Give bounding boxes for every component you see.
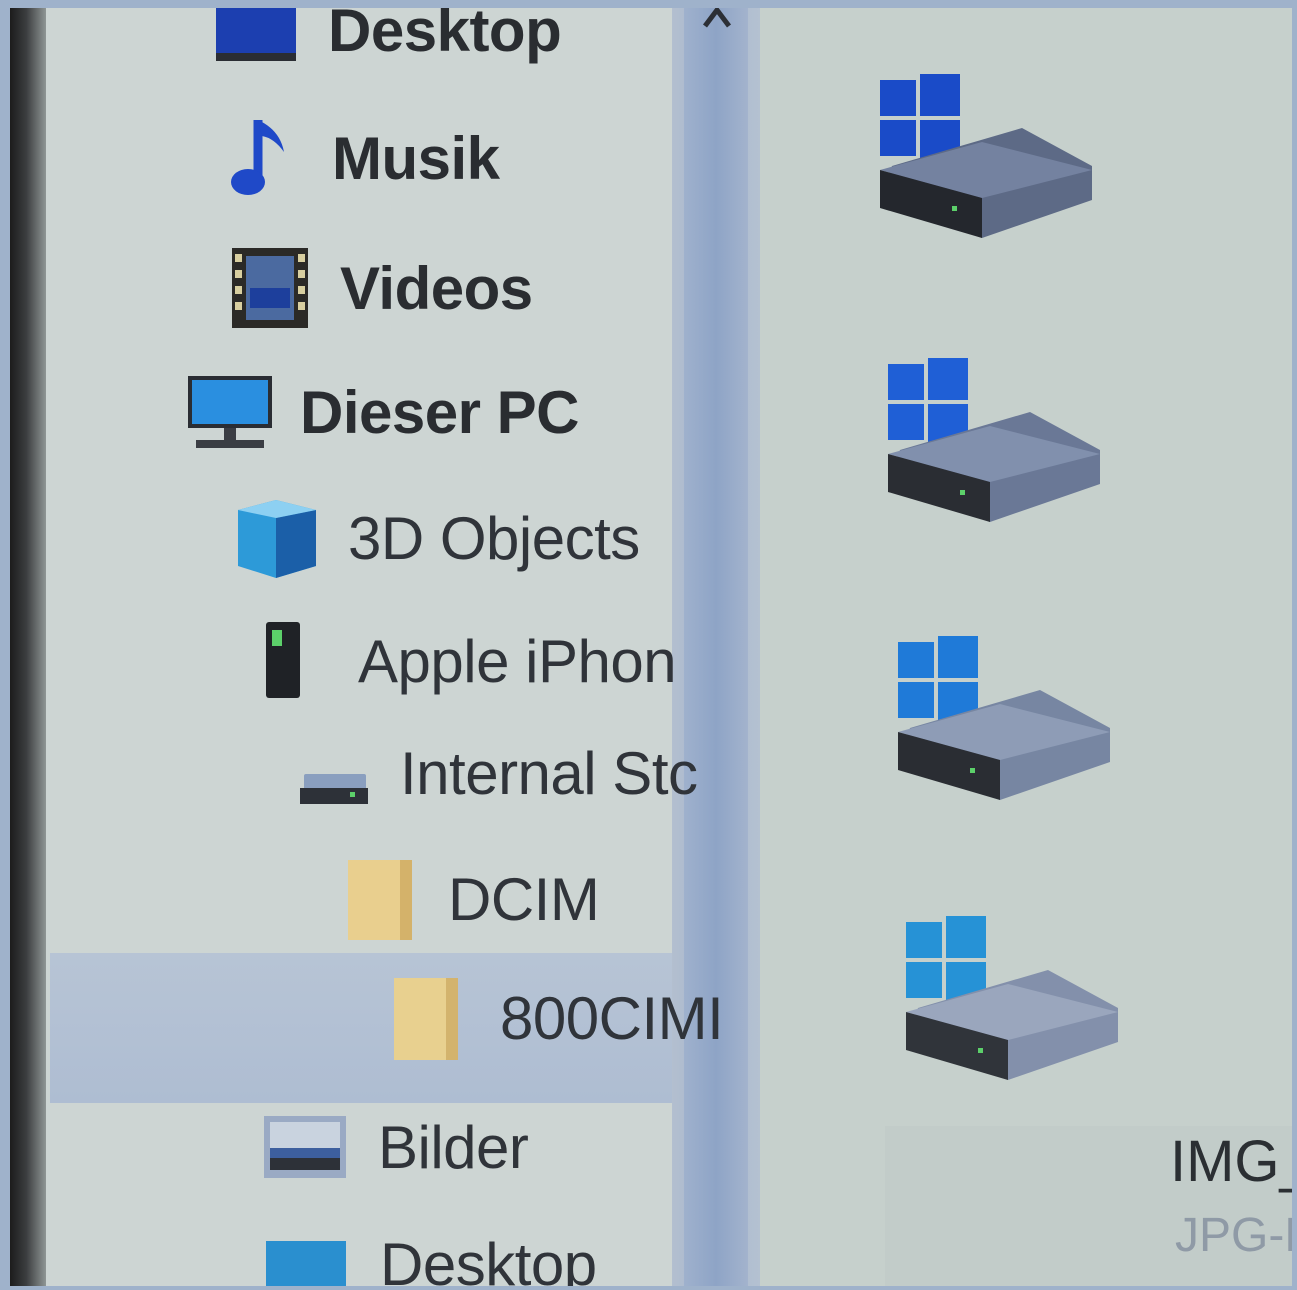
nav-item-3d-objects[interactable]: 3D Objects (232, 496, 640, 580)
drive-tile-3[interactable] (890, 632, 1110, 807)
nav-item-label: Apple iPhon (358, 627, 677, 695)
nav-item-label: DCIM (448, 865, 600, 933)
nav-item-videos[interactable]: Videos (232, 248, 533, 328)
pictures-folder-icon (262, 1112, 348, 1182)
nav-item-label: Bilder (378, 1113, 529, 1181)
nav-item-apple-iphone[interactable]: Apple iPhon (258, 620, 677, 702)
nav-item-label: Desktop (328, 8, 562, 64)
drive-tile-2[interactable] (880, 354, 1100, 529)
explorer-window: Desktop Musik Videos Dieser PC 3D Object… (10, 8, 1292, 1286)
nav-item-bilder[interactable]: Bilder (262, 1112, 529, 1182)
nav-item-label: Desktop (380, 1231, 597, 1286)
nav-item-label: Musik (332, 124, 500, 192)
cube-3d-icon (232, 496, 320, 580)
monitor-icon (186, 372, 274, 452)
windows-drive-icon (898, 636, 1110, 800)
nav-item-musik[interactable]: Musik (228, 116, 500, 200)
nav-item-800cimi[interactable]: 800CIMI (390, 974, 724, 1062)
nav-item-label: Videos (340, 254, 533, 322)
nav-item-dcim[interactable]: DCIM (344, 856, 600, 942)
windows-drive-icon (880, 74, 1092, 238)
file-name-label[interactable]: IMG_ (1170, 1128, 1292, 1195)
nav-item-desktop-bottom[interactable]: Desktop (264, 1230, 597, 1286)
drive-icon (296, 738, 370, 808)
nav-scrollbar-thumb[interactable] (684, 8, 748, 1286)
windows-drive-icon (888, 358, 1100, 522)
drive-tile-4[interactable] (898, 912, 1118, 1087)
nav-item-label: 3D Objects (348, 504, 640, 572)
nav-item-label: Dieser PC (300, 378, 579, 446)
file-type-label: JPG-D (1175, 1209, 1292, 1262)
desktop-folder-icon (214, 8, 298, 63)
video-film-icon (232, 248, 308, 328)
nav-item-dieser-pc[interactable]: Dieser PC (186, 372, 579, 452)
folder-icon (390, 974, 464, 1062)
nav-item-label: Internal Stc (400, 739, 698, 807)
nav-item-desktop-top[interactable]: Desktop (214, 8, 562, 65)
music-note-icon (228, 116, 292, 200)
scroll-up-icon[interactable] (703, 8, 731, 28)
windows-drive-icon (906, 916, 1118, 1080)
desktop-folder-icon (264, 1233, 348, 1286)
nav-item-label: 800CIMI (500, 984, 724, 1052)
drive-tile-1[interactable] (872, 70, 1092, 245)
phone-icon (258, 620, 308, 702)
folder-icon (344, 856, 418, 942)
nav-item-internal-storage[interactable]: Internal Stc (296, 738, 698, 808)
screen-bezel (10, 8, 46, 1286)
